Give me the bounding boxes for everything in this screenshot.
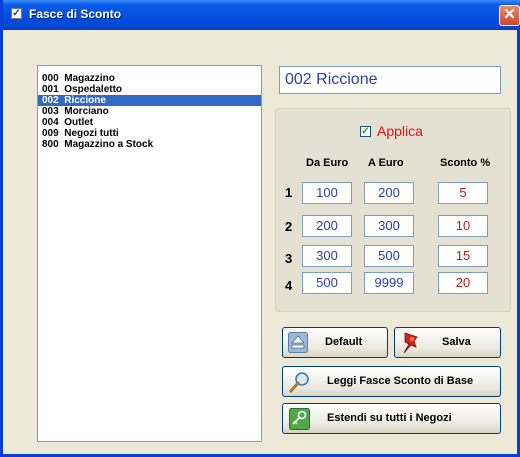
da-euro-field[interactable]: 200 <box>302 215 352 237</box>
applica-label[interactable]: Applica <box>377 123 423 139</box>
pushpin-icon <box>403 332 418 354</box>
row-number: 3 <box>285 251 293 266</box>
list-item[interactable]: 004 Outlet <box>38 117 261 128</box>
magnifier-icon <box>289 372 309 393</box>
a-euro-field[interactable]: 500 <box>364 245 414 267</box>
sconto-field[interactable]: 20 <box>438 272 488 294</box>
selected-store-field: 002 Riccione <box>279 66 501 94</box>
row-number: 4 <box>285 278 293 293</box>
read-base-bands-button[interactable]: Leggi Fasce Sconto di Base <box>282 366 501 397</box>
eject-icon <box>288 332 308 353</box>
header-a-euro: A Euro <box>368 157 404 169</box>
close-icon: ✕ <box>503 6 516 23</box>
list-item[interactable]: 000 Magazzino <box>38 73 261 84</box>
da-euro-field[interactable]: 500 <box>302 272 352 294</box>
default-button[interactable]: Default <box>282 327 388 358</box>
read-base-bands-label: Leggi Fasce Sconto di Base <box>327 375 474 387</box>
list-item[interactable]: 800 Magazzino a Stock <box>38 139 261 150</box>
discount-bands-window: ✓ Fasce di Sconto ✕ 000 Magazzino 001 Os… <box>0 0 520 457</box>
a-euro-field[interactable]: 200 <box>364 182 414 204</box>
store-list[interactable]: 000 Magazzino 001 Ospedaletto 002 Riccio… <box>37 65 262 442</box>
a-euro-field[interactable]: 300 <box>364 215 414 237</box>
row-number: 1 <box>285 185 293 200</box>
key-icon <box>289 408 310 430</box>
extend-all-stores-label: Estendi su tutti i Negozi <box>327 412 452 424</box>
close-button[interactable]: ✕ <box>499 5 520 26</box>
list-item[interactable]: 001 Ospedaletto <box>38 84 261 95</box>
a-euro-field[interactable]: 9999 <box>364 272 414 294</box>
header-sconto: Sconto % <box>440 157 491 169</box>
title-bar[interactable]: ✓ Fasce di Sconto ✕ <box>3 0 520 30</box>
extend-all-stores-button[interactable]: Estendi su tutti i Negozi <box>282 403 501 434</box>
sconto-field[interactable]: 15 <box>438 245 488 267</box>
sconto-field[interactable]: 10 <box>438 215 488 237</box>
applica-checkbox[interactable]: ✓ <box>360 126 371 137</box>
da-euro-field[interactable]: 100 <box>302 182 352 204</box>
da-euro-field[interactable]: 300 <box>302 245 352 267</box>
header-da-euro: Da Euro <box>306 157 349 169</box>
window-title: Fasce di Sconto <box>29 7 122 21</box>
list-item[interactable]: 009 Negozi tutti <box>38 128 261 139</box>
save-label: Salva <box>442 336 471 348</box>
save-button[interactable]: Salva <box>394 327 501 358</box>
selected-store-label: 002 Riccione <box>285 71 378 88</box>
row-number: 2 <box>285 219 293 234</box>
checkbox-checked-icon: ✓ <box>11 8 22 19</box>
default-label: Default <box>325 336 363 348</box>
list-item[interactable]: 003 Morciano <box>38 106 261 117</box>
sconto-field[interactable]: 5 <box>438 182 488 204</box>
list-item[interactable]: 002 Riccione <box>38 95 261 106</box>
